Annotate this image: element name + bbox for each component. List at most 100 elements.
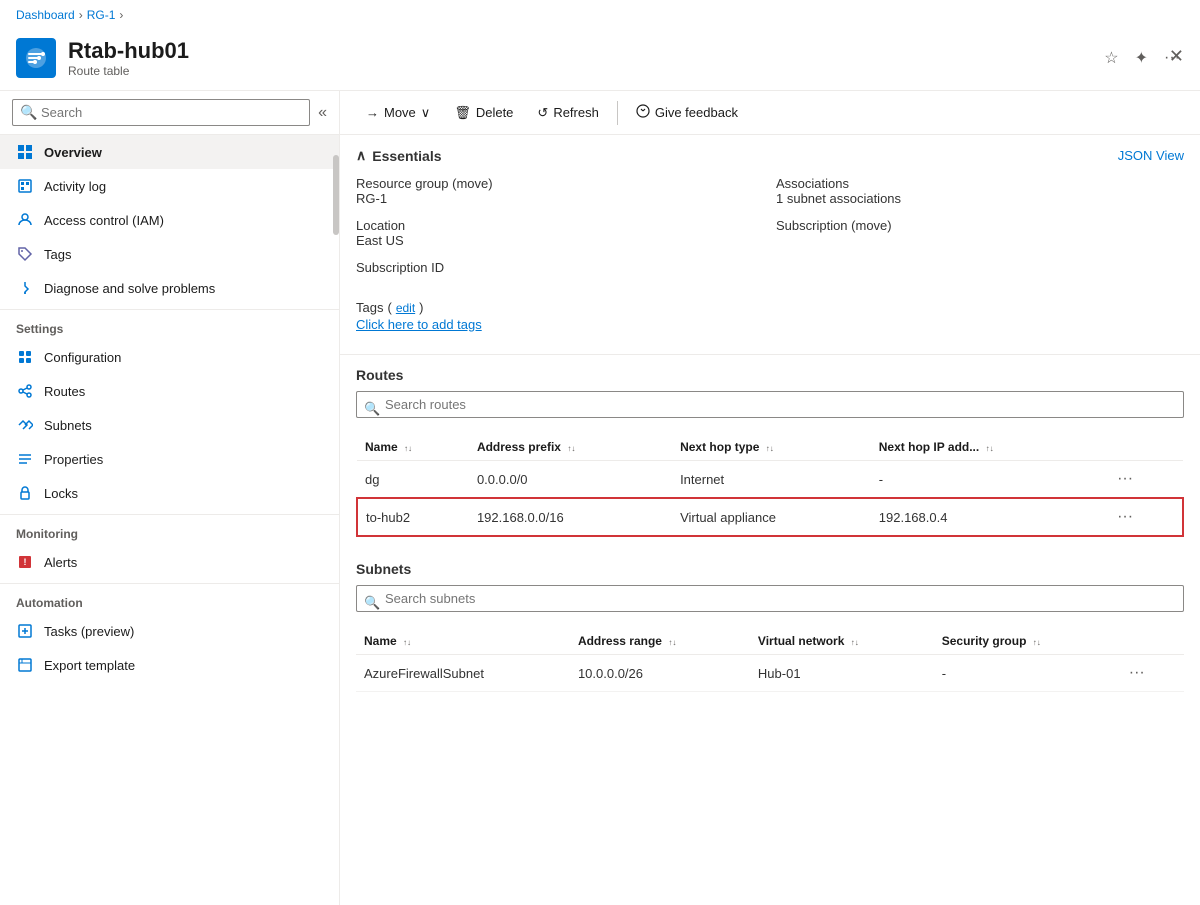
favorite-filled-btn[interactable]: ☆ (1100, 44, 1122, 72)
subnets-search-input[interactable] (356, 585, 1184, 612)
essentials-chevron-icon: ∧ (356, 147, 366, 164)
sidebar-item-subnets[interactable]: Subnets (0, 408, 339, 442)
essentials-subscription-id: Subscription ID (356, 260, 764, 290)
breadcrumb-rg1[interactable]: RG-1 (87, 8, 116, 22)
move-subscription-link[interactable]: move (855, 218, 887, 233)
sidebar-item-export[interactable]: Export template (0, 648, 339, 682)
resource-subtitle: Route table (68, 64, 1100, 78)
move-chevron-icon: ∨ (421, 105, 431, 121)
locks-icon (16, 484, 34, 502)
breadcrumb-dashboard[interactable]: Dashboard (16, 8, 75, 22)
sidebar-item-alerts[interactable]: ! Alerts (0, 545, 339, 579)
route-hop-type-dg: Internet (672, 461, 871, 499)
essentials-resource-group: Resource group (move) RG-1 (356, 176, 764, 206)
resource-icon (16, 38, 56, 78)
subnet-vnet: Hub-01 (750, 655, 934, 692)
search-box: 🔍 « (0, 91, 339, 135)
routes-search-icon: 🔍 (364, 401, 380, 417)
locks-label: Locks (44, 486, 78, 501)
sidebar-item-tags[interactable]: Tags (0, 237, 339, 271)
sidebar-item-locks[interactable]: Locks (0, 476, 339, 510)
overview-label: Overview (44, 145, 102, 160)
tags-section: Tags (edit) Click here to add tags (356, 300, 1184, 332)
settings-section-header: Settings (0, 309, 339, 340)
sidebar-item-routes[interactable]: Routes (0, 374, 339, 408)
subnet-menu[interactable]: ··· (1123, 662, 1151, 684)
move-resource-group-link[interactable]: move (456, 176, 488, 191)
sidebar-item-tasks[interactable]: Tasks (preview) (0, 614, 339, 648)
search-input[interactable] (12, 99, 310, 126)
sidebar-nav: Overview Activity log Access control (IA… (0, 135, 339, 905)
toolbar: → Move ∨ 🗑 Delete ↺ Refresh Give feedbac… (340, 91, 1200, 135)
config-icon (16, 348, 34, 366)
close-button[interactable]: ✕ (1169, 46, 1184, 67)
access-control-label: Access control (IAM) (44, 213, 164, 228)
resource-name: Rtab-hub01 (68, 38, 1100, 64)
tasks-icon (16, 622, 34, 640)
route-table-icon (24, 46, 48, 70)
collapse-sidebar-btn[interactable]: « (318, 104, 327, 122)
main-content: → Move ∨ 🗑 Delete ↺ Refresh Give feedbac… (340, 91, 1200, 905)
routes-col-hop-ip[interactable]: Next hop IP add... ↑↓ (871, 434, 1103, 461)
subnets-col-vnet[interactable]: Virtual network ↑↓ (750, 628, 934, 655)
sidebar-item-access-control[interactable]: Access control (IAM) (0, 203, 339, 237)
subnets-col-actions (1115, 628, 1184, 655)
refresh-button[interactable]: ↺ Refresh (527, 100, 608, 126)
sidebar-item-overview[interactable]: Overview (0, 135, 339, 169)
move-button[interactable]: → Move ∨ (356, 100, 440, 126)
subnets-col-sg[interactable]: Security group ↑↓ (934, 628, 1115, 655)
sidebar-item-properties[interactable]: Properties (0, 442, 339, 476)
tags-icon (16, 245, 34, 263)
favorite-btn[interactable]: ✦ (1131, 44, 1152, 72)
essentials-subscription: Subscription (move) (776, 218, 1184, 248)
route-menu-dg[interactable]: ··· (1111, 468, 1139, 490)
diagnose-label: Diagnose and solve problems (44, 281, 215, 296)
route-prefix-dg: 0.0.0.0/0 (469, 461, 672, 499)
tags-label: Tags (44, 247, 71, 262)
overview-icon (16, 143, 34, 161)
table-row-highlighted: to-hub2 192.168.0.0/16 Virtual appliance… (357, 498, 1183, 536)
routes-search-wrap: 🔍 (356, 391, 1184, 426)
diagnose-icon (16, 279, 34, 297)
subnets-col-name[interactable]: Name ↑↓ (356, 628, 570, 655)
routes-label: Routes (44, 384, 85, 399)
subnets-section: Subnets 🔍 Name ↑↓ Address range ↑↓ (340, 549, 1200, 704)
sidebar-scrollbar[interactable] (333, 155, 339, 235)
routes-col-address[interactable]: Address prefix ↑↓ (469, 434, 672, 461)
subnets-table-body: AzureFirewallSubnet 10.0.0.0/26 Hub-01 -… (356, 655, 1184, 692)
search-icon: 🔍 (20, 104, 37, 121)
add-tags-link[interactable]: Click here to add tags (356, 317, 1184, 332)
sidebar-item-configuration[interactable]: Configuration (0, 340, 339, 374)
activity-icon (16, 177, 34, 195)
configuration-label: Configuration (44, 350, 121, 365)
breadcrumb: Dashboard › RG-1 › (0, 0, 1200, 30)
routes-col-name[interactable]: Name ↑↓ (357, 434, 469, 461)
sort-vnet-icon: ↑↓ (851, 639, 859, 647)
routes-table-body: dg 0.0.0.0/0 Internet - ··· to-hub2 192.… (357, 461, 1183, 537)
feedback-icon (636, 104, 650, 121)
routes-search-input[interactable] (356, 391, 1184, 418)
subnet-range: 10.0.0.0/26 (570, 655, 750, 692)
sort-hop-type-icon: ↑↓ (766, 445, 774, 453)
json-view-link[interactable]: JSON View (1118, 148, 1184, 163)
route-prefix-to-hub2: 192.168.0.0/16 (469, 498, 672, 536)
subnets-table-header: Name ↑↓ Address range ↑↓ Virtual network… (356, 628, 1184, 655)
essentials-title: ∧ Essentials (356, 147, 442, 164)
feedback-button[interactable]: Give feedback (626, 99, 748, 126)
route-hop-ip-dg: - (871, 461, 1103, 499)
sidebar-item-diagnose[interactable]: Diagnose and solve problems (0, 271, 339, 305)
route-menu-to-hub2[interactable]: ··· (1111, 506, 1139, 528)
tasks-label: Tasks (preview) (44, 624, 134, 639)
alerts-label: Alerts (44, 555, 77, 570)
routes-icon (16, 382, 34, 400)
resource-group-link[interactable]: RG-1 (356, 191, 387, 206)
delete-button[interactable]: 🗑 Delete (444, 100, 523, 126)
subnets-col-range[interactable]: Address range ↑↓ (570, 628, 750, 655)
routes-col-hop-type[interactable]: Next hop type ↑↓ (672, 434, 871, 461)
table-row: AzureFirewallSubnet 10.0.0.0/26 Hub-01 -… (356, 655, 1184, 692)
edit-tags-link[interactable]: edit (396, 301, 415, 315)
essentials-location: Location East US (356, 218, 764, 248)
sort-hop-ip-icon: ↑↓ (986, 445, 994, 453)
sidebar-item-activity-log[interactable]: Activity log (0, 169, 339, 203)
route-name-dg: dg (357, 461, 469, 499)
